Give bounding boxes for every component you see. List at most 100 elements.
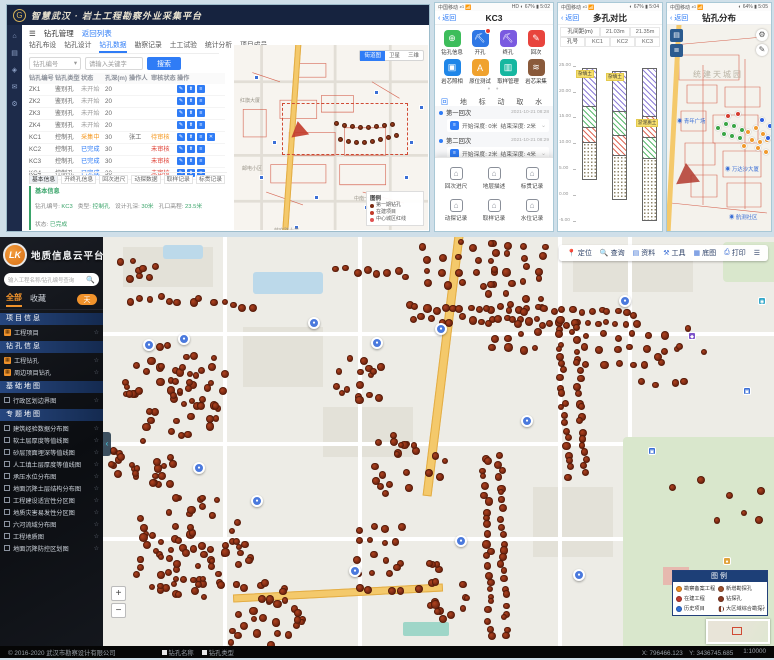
borehole-dot[interactable] (614, 346, 622, 354)
borehole-dot[interactable] (132, 470, 139, 477)
action-button[interactable]: ⬆ (187, 145, 195, 153)
borehole-dot[interactable] (488, 240, 495, 247)
borehole-dot[interactable] (504, 242, 512, 250)
field-select[interactable]: 钻孔编号 ▾ (29, 57, 81, 70)
borehole-dot[interactable] (755, 516, 763, 524)
borehole-dot[interactable] (130, 258, 136, 264)
borehole-dot[interactable] (423, 256, 431, 264)
borehole-dot[interactable] (342, 265, 348, 271)
search-input[interactable]: 输入工程名称/钻孔编号查询 🔍 (4, 273, 99, 286)
borehole-dot[interactable] (484, 457, 492, 465)
module-tab[interactable]: 统计分析 (205, 40, 232, 53)
borehole-dot[interactable] (249, 607, 257, 615)
sheet-action[interactable]: ⌂地层描述 (475, 162, 513, 195)
borehole-dot[interactable] (388, 587, 396, 595)
layer-item[interactable]: 地面沉降土层结构分布图☆ (0, 482, 103, 494)
borehole-dot[interactable] (428, 315, 435, 322)
borehole-dot[interactable] (166, 480, 174, 488)
toggle-3d[interactable]: 三维 (404, 51, 423, 61)
layer-checkbox[interactable] (4, 425, 10, 431)
favorite-star-icon[interactable]: ☆ (94, 449, 99, 456)
borehole-dot[interactable] (382, 490, 389, 497)
borehole-dot[interactable] (555, 330, 563, 338)
borehole-dot[interactable] (487, 281, 494, 288)
borehole-dot[interactable] (200, 551, 207, 558)
borehole-status-dot[interactable] (755, 145, 761, 151)
strata-segment[interactable] (582, 128, 597, 144)
borehole-dot[interactable] (741, 510, 747, 516)
layer-checkbox[interactable] (4, 397, 10, 403)
borehole-dot[interactable] (558, 389, 565, 396)
borehole-dot[interactable] (377, 483, 384, 490)
borehole-dot[interactable] (500, 531, 508, 539)
borehole-dot[interactable] (189, 398, 195, 404)
detail-tab[interactable]: 回次进尺 (99, 175, 128, 184)
module-tab[interactable]: 土工试验 (170, 40, 197, 53)
borehole-status-dot[interactable] (715, 125, 721, 131)
layer-checkbox[interactable] (4, 461, 10, 467)
action-button[interactable]: ≡ (197, 145, 205, 153)
borehole-dot[interactable] (561, 419, 568, 426)
strata-segment[interactable] (642, 68, 657, 117)
action-button[interactable]: ✎ (177, 145, 185, 153)
borehole-dot[interactable] (371, 523, 378, 530)
layer-checkbox[interactable] (4, 473, 10, 479)
borehole-dot[interactable] (195, 295, 202, 302)
borehole-dot[interactable] (190, 545, 198, 553)
action-button[interactable]: ≡ (197, 97, 205, 105)
favorite-star-icon[interactable]: ☆ (94, 497, 99, 504)
borehole-dot[interactable] (181, 401, 187, 407)
borehole-dot[interactable] (616, 360, 623, 367)
borehole-dot[interactable] (485, 320, 492, 327)
toggle-street[interactable]: 街道图 (360, 51, 385, 61)
borehole-distribution-map[interactable]: 统建天城园 ◉ 青年广场◉ 万达沙大厦◉ 航测社区 ▤≣⚙✎ (667, 25, 771, 231)
layer-item[interactable]: 工程建设适宜性分区图☆ (0, 494, 103, 506)
borehole-dot[interactable] (217, 581, 225, 589)
borehole-dot[interactable] (654, 353, 662, 361)
app-shortcut[interactable]: A原位测试 (467, 59, 493, 85)
borehole-dot[interactable] (126, 390, 133, 397)
round-card[interactable]: ≡开始深度: 0米结束深度: 2米⌄ (447, 119, 549, 132)
legend-expand-icon[interactable]: ⤢ (760, 607, 765, 614)
borehole-dot[interactable] (497, 516, 504, 523)
message-icon[interactable]: ✉ (12, 83, 18, 91)
borehole-dot[interactable] (676, 343, 683, 350)
borehole-dot[interactable] (444, 281, 452, 289)
borehole-dot[interactable] (386, 481, 393, 488)
borehole-dot[interactable] (279, 588, 287, 596)
borehole-dot[interactable] (556, 316, 564, 324)
layer-checkbox[interactable] (4, 509, 10, 515)
home-icon[interactable]: ⌂ (12, 33, 16, 40)
layer-item[interactable]: 地质灾害易发性分区图☆ (0, 506, 103, 518)
favorite-star-icon[interactable]: ☆ (94, 461, 99, 468)
borehole-dot[interactable] (161, 463, 167, 469)
strata-segment[interactable] (612, 136, 627, 157)
borehole-dot[interactable] (356, 527, 363, 534)
borehole-dot[interactable] (355, 396, 363, 404)
borehole-dot[interactable] (685, 325, 691, 331)
layer-item[interactable]: 工程地质图☆ (0, 530, 103, 542)
borehole-dot[interactable] (583, 333, 589, 339)
borehole-dot[interactable] (439, 254, 447, 262)
borehole-dot[interactable] (455, 269, 463, 277)
borehole-dot[interactable] (432, 578, 439, 585)
borehole-dot[interactable] (235, 611, 242, 618)
project-marker[interactable]: ● (521, 415, 533, 427)
borehole-dot[interactable] (500, 575, 508, 583)
borehole-dot[interactable] (645, 332, 652, 339)
borehole-dot[interactable] (158, 472, 166, 480)
borehole-dot[interactable] (615, 335, 622, 342)
favorite-star-icon[interactable]: ☆ (94, 425, 99, 432)
borehole-dot[interactable] (726, 492, 734, 500)
borehole-dot[interactable] (353, 556, 361, 564)
borehole-dot[interactable] (157, 571, 164, 578)
favorite-star-icon[interactable]: ☆ (94, 329, 99, 336)
action-button[interactable]: ✎ (177, 121, 185, 129)
borehole-dot[interactable] (386, 135, 391, 140)
borehole-dot[interactable] (354, 140, 359, 145)
borehole-dot[interactable] (133, 571, 140, 578)
project-marker[interactable]: ● (251, 495, 263, 507)
borehole-dot[interactable] (638, 378, 645, 385)
borehole-dot[interactable] (274, 630, 281, 637)
action-button[interactable]: ✎ (177, 85, 185, 93)
